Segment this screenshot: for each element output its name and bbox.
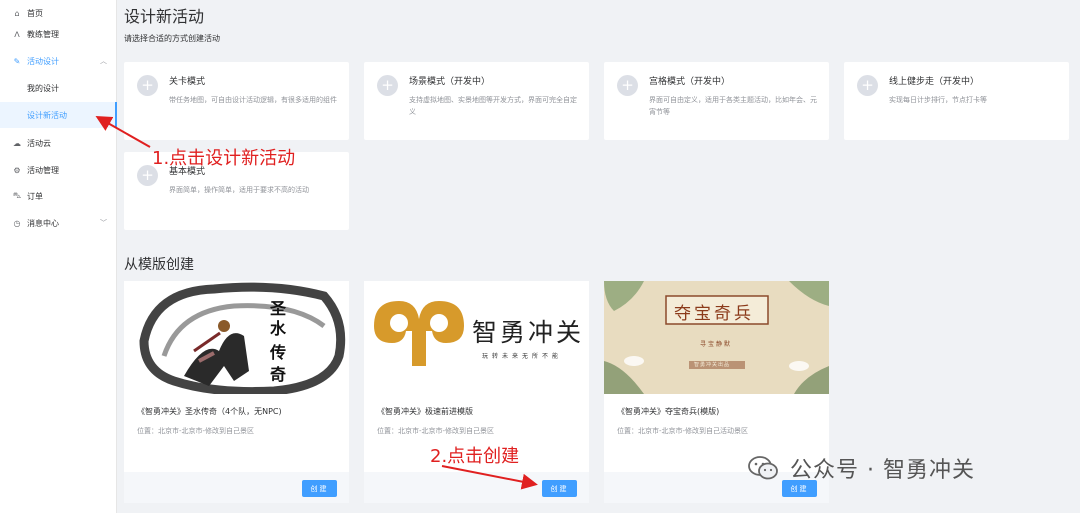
mode-card-scene[interactable]: + 场景模式（开发中） 支持虚拟地图、实景地图等开发方式，界面可完全自定义: [364, 62, 589, 140]
template-card-jisu: 智勇冲关 玩转未来无所不能 《智勇冲关》极速前进模版 位置：北京市-北京市-修改…: [364, 281, 589, 503]
create-button[interactable]: 创建: [542, 480, 577, 497]
sidebar-item-label: 活动管理: [27, 165, 59, 175]
mode-desc: 实现每日计步排行，节点打卡等: [889, 96, 987, 104]
coach-icon: ᐱ: [14, 29, 20, 39]
sidebar-item-label: 我的设计: [27, 83, 59, 93]
sidebar: ⌂ 首页 ᐱ 教练管理 ✎ 活动设计 ︿ 我的设计 设计新活动 ☁ 活动云 ⚙ …: [0, 0, 117, 513]
sidebar-item-messages[interactable]: ◷ 消息中心 ﹀: [0, 210, 117, 236]
image-poster-title: 夺宝奇兵: [674, 304, 754, 324]
mode-desc: 支持虚拟地图、实景地图等开发方式，界面可完全自定义: [409, 96, 577, 116]
chevron-up-icon: ︿: [100, 57, 107, 65]
sidebar-item-label: 活动云: [27, 138, 51, 148]
mode-card-level[interactable]: + 关卡模式 带任务地图，可自由设计活动逻辑，有很多适用的组件: [124, 62, 349, 140]
chevron-down-icon: ﹀: [100, 219, 107, 227]
template-location: 位置：北京市-北京市-修改到自己景区: [137, 427, 255, 435]
create-button[interactable]: 创建: [302, 480, 337, 497]
sidebar-item-coach[interactable]: ᐱ 教练管理: [0, 21, 117, 47]
page-title: 设计新活动: [124, 7, 205, 26]
image-poster-sub: 寻宝静默: [700, 341, 733, 348]
template-location: 位置：北京市-北京市-修改到自己活动景区: [617, 427, 749, 435]
image-logo-text: 智勇冲关: [472, 318, 585, 347]
sidebar-item-label: 订单: [27, 191, 43, 201]
image-char-4: 奇: [270, 365, 287, 384]
home-icon: ⌂: [14, 8, 20, 18]
manage-icon: ⚙: [13, 165, 21, 175]
template-image[interactable]: 智勇冲关 玩转未来无所不能: [364, 281, 589, 394]
wechat-icon: [748, 456, 778, 480]
sidebar-item-label: 教练管理: [27, 29, 59, 39]
sidebar-item-label: 消息中心: [27, 218, 59, 228]
mode-name: 线上健步走（开发中）: [889, 77, 980, 87]
plus-icon: +: [857, 75, 878, 96]
design-icon: ✎: [13, 56, 21, 66]
ink-painting-image: [124, 281, 349, 394]
mode-name: 宫格模式（开发中）: [649, 77, 731, 87]
template-image[interactable]: 夺宝奇兵 寻宝静默 智勇冲关出品: [604, 281, 829, 394]
sidebar-item-my-design[interactable]: 我的设计: [0, 75, 117, 101]
watermark: 公众号 · 智勇冲关: [748, 452, 975, 484]
watermark-text: 公众号 · 智勇冲关: [790, 458, 975, 483]
sidebar-item-activity-cloud[interactable]: ☁ 活动云: [0, 130, 117, 156]
treasure-poster-image: [604, 281, 829, 394]
template-footer: 创建: [364, 472, 589, 503]
template-section-title: 从模版创建: [124, 257, 194, 273]
template-location: 位置：北京市-北京市-修改到自己景区: [377, 427, 495, 435]
message-icon: ◷: [13, 218, 21, 228]
plus-icon: +: [377, 75, 398, 96]
plus-icon: +: [137, 75, 158, 96]
sidebar-item-label: 首页: [27, 8, 43, 18]
template-title: 《智勇冲关》夺宝奇兵(模版): [617, 407, 720, 416]
image-char-3: 传: [270, 343, 287, 362]
template-footer: 创建: [124, 472, 349, 503]
template-title: 《智勇冲关》圣水传奇（4个队，无NPC): [137, 407, 282, 416]
image-char-2: 水: [270, 319, 287, 338]
sidebar-item-activity-manage[interactable]: ⚙ 活动管理: [0, 157, 117, 183]
sidebar-item-orders[interactable]: ⛍ 订单: [0, 183, 117, 209]
mode-desc: 界面可自由定义，适用于各类主题活动，比如年会、元宵节等: [649, 96, 817, 116]
sidebar-item-label: 活动设计: [27, 56, 59, 66]
mode-desc: 界面简单，操作简单，适用于要求不高的活动: [169, 186, 309, 194]
image-slogan: 玩转未来无所不能: [482, 353, 563, 360]
mode-desc: 带任务地图，可自由设计活动逻辑，有很多适用的组件: [169, 96, 337, 104]
sidebar-item-activity-design[interactable]: ✎ 活动设计 ︿: [0, 48, 117, 74]
sidebar-item-new-activity[interactable]: 设计新活动: [0, 102, 117, 128]
mode-card-grid[interactable]: + 宫格模式（开发中） 界面可自由定义，适用于各类主题活动，比如年会、元宵节等: [604, 62, 829, 140]
plus-icon: +: [617, 75, 638, 96]
image-poster-credit: 智勇冲关出品: [694, 362, 731, 368]
cloud-icon: ☁: [13, 138, 21, 148]
annotation-step2: 2.点击创建: [430, 446, 520, 467]
page-subtitle: 请选择合适的方式创建活动: [124, 34, 220, 43]
main-content: 设计新活动 请选择合适的方式创建活动 + 关卡模式 带任务地图，可自由设计活动逻…: [117, 0, 1080, 513]
template-image[interactable]: 圣 水 传 奇: [124, 281, 349, 394]
mode-name: 关卡模式: [169, 77, 206, 87]
sidebar-item-label: 设计新活动: [27, 110, 67, 120]
annotation-step1: 1.点击设计新活动: [152, 148, 296, 169]
mode-name: 场景模式（开发中）: [409, 77, 491, 87]
template-title: 《智勇冲关》极速前进模版: [377, 407, 473, 416]
cart-icon: ⛍: [12, 191, 22, 200]
template-card-shengshui: 圣 水 传 奇 《智勇冲关》圣水传奇（4个队，无NPC) 位置：北京市-北京市-…: [124, 281, 349, 503]
mode-card-walk[interactable]: + 线上健步走（开发中） 实现每日计步排行，节点打卡等: [844, 62, 1069, 140]
